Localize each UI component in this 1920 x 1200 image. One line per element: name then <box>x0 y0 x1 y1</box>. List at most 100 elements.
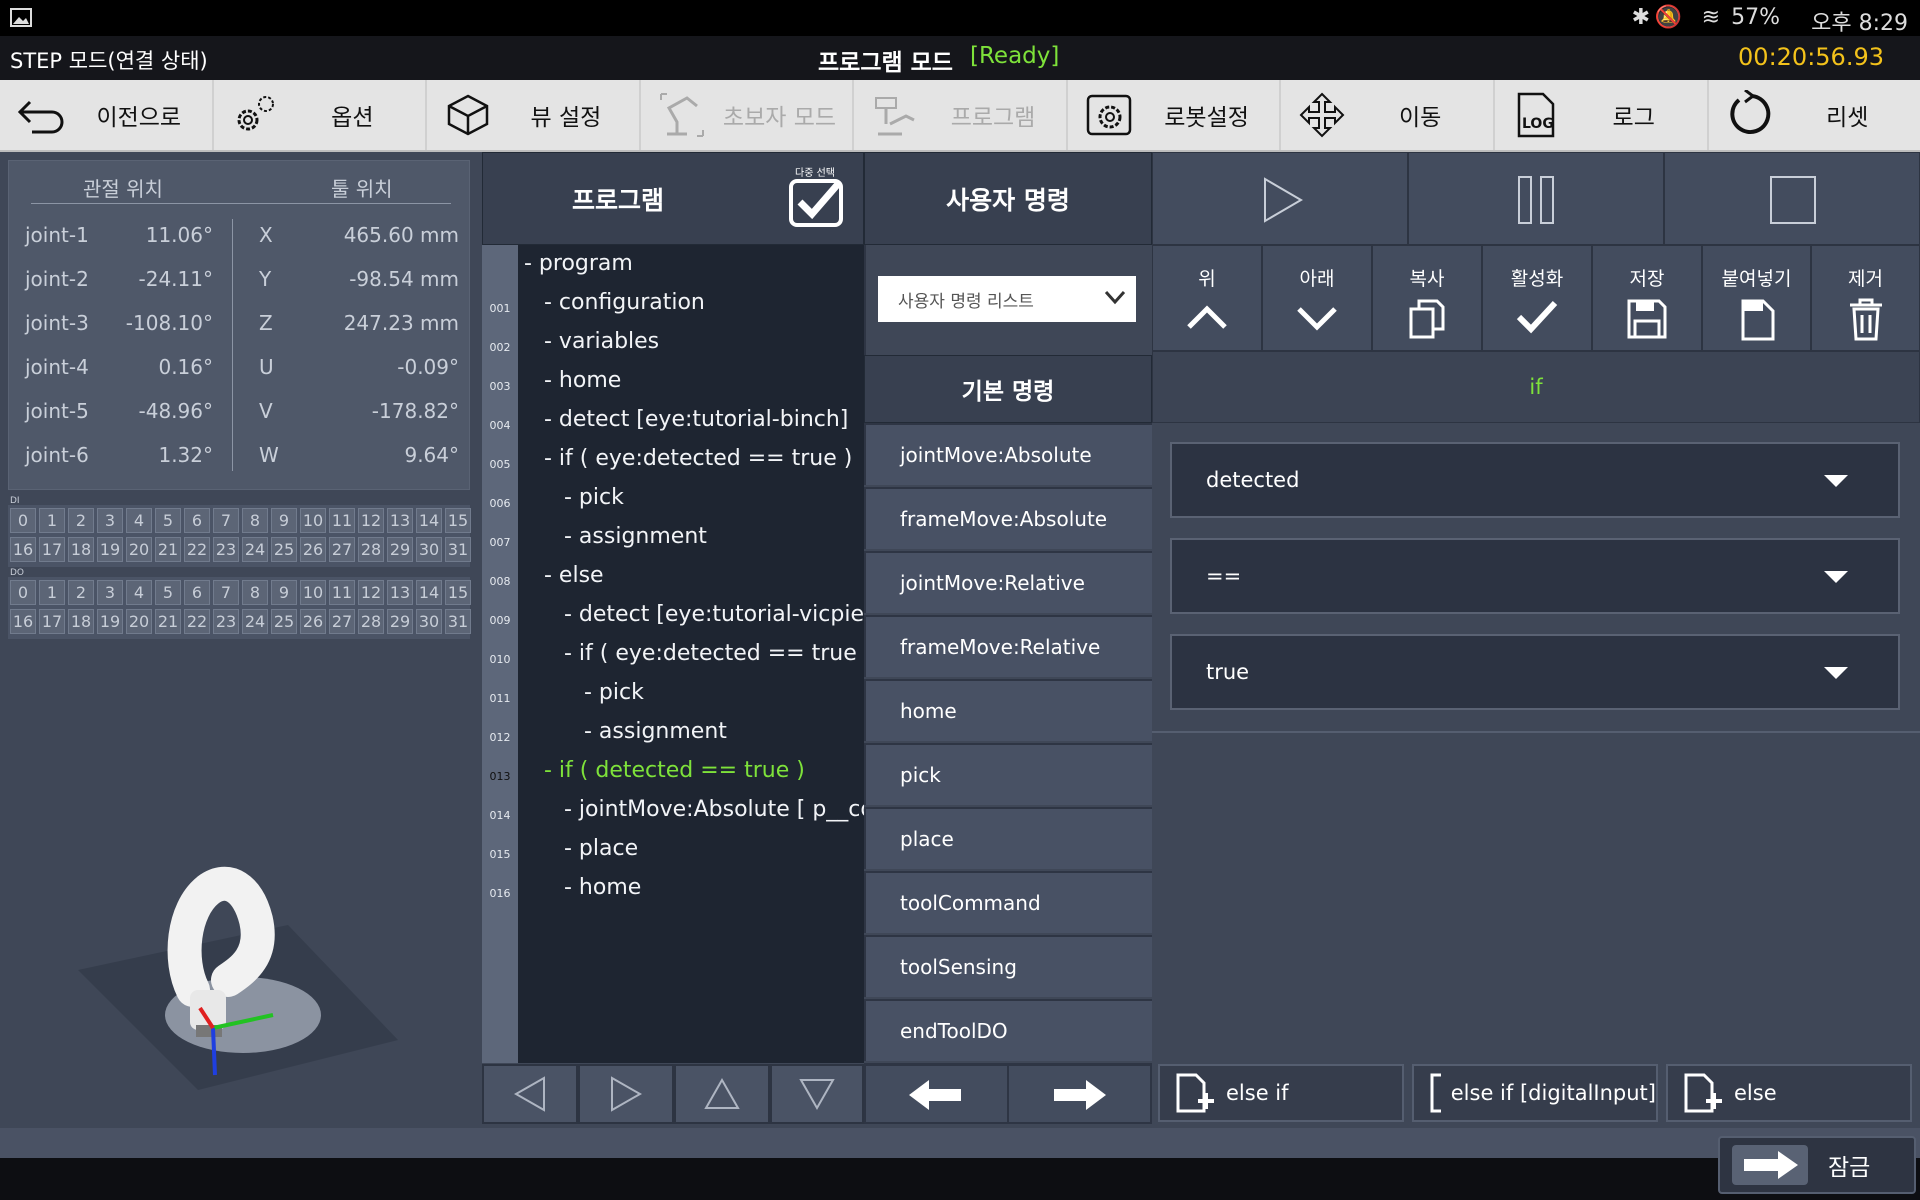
robot-settings-button[interactable]: 로봇설정 <box>1068 80 1282 150</box>
program-line[interactable]: - pick <box>584 680 644 705</box>
back-button[interactable]: 이전으로 <box>0 80 214 150</box>
program-line[interactable]: - assignment <box>584 719 727 744</box>
program-tree[interactable]: - program - configuration - variables - ho… <box>518 245 864 1063</box>
command-item[interactable]: jointMove:Relative <box>864 551 1152 613</box>
command-item[interactable]: frameMove:Relative <box>864 615 1152 677</box>
digital-input-8: 8 <box>242 508 268 533</box>
options-button[interactable]: 옵션 <box>214 80 428 150</box>
command-item[interactable]: endToolDO <box>864 999 1152 1061</box>
paste-icon <box>1741 299 1774 341</box>
digital-output-23: 23 <box>213 609 239 634</box>
program-line[interactable]: - home <box>544 368 621 393</box>
editor-command-title: if <box>1152 351 1920 423</box>
condition-operator-select[interactable]: == <box>1170 538 1900 614</box>
move-button[interactable]: 이동 <box>1281 80 1495 150</box>
digital-output-17: 17 <box>39 609 65 634</box>
toolbar: 이전으로 옵션 뷰 설정 초보자 모드 프로그램 로봇설정 이동 LOG 로그 … <box>0 80 1920 152</box>
tool-value: -0.09° <box>397 355 459 379</box>
line-number: 004 <box>489 419 511 432</box>
nav-up-button[interactable] <box>674 1064 770 1124</box>
nav-down-button[interactable] <box>770 1064 864 1124</box>
checkmark-icon <box>797 181 841 220</box>
delete-button[interactable]: 제거 <box>1811 245 1920 351</box>
digital-output-21: 21 <box>155 609 181 634</box>
arrow-left-icon[interactable] <box>905 1078 965 1112</box>
digital-input-19: 19 <box>97 537 123 562</box>
lock-button[interactable]: 잠금 <box>1718 1136 1916 1194</box>
tool-axis: Z <box>259 311 273 335</box>
command-item[interactable]: toolSensing <box>864 935 1152 997</box>
command-item[interactable]: place <box>864 807 1152 869</box>
save-button[interactable]: 저장 <box>1592 245 1702 351</box>
program-line[interactable]: - if ( eye:detected == true ) <box>564 641 864 666</box>
condition-right-select[interactable]: true <box>1170 634 1900 710</box>
pause-button[interactable] <box>1408 152 1664 245</box>
program-line[interactable]: - pick <box>564 485 624 510</box>
arrow-right-icon[interactable] <box>1050 1078 1110 1112</box>
line-number: 011 <box>489 692 511 705</box>
digital-input-10: 10 <box>300 508 326 533</box>
move-down-button[interactable]: 아래 <box>1262 245 1372 351</box>
digital-input-4: 4 <box>126 508 152 533</box>
command-item[interactable]: jointMove:Absolute <box>864 423 1152 485</box>
tree-root[interactable]: - program <box>524 251 633 276</box>
play-button[interactable] <box>1152 152 1408 245</box>
nav-left-button[interactable] <box>482 1064 578 1124</box>
command-item[interactable]: home <box>864 679 1152 741</box>
joint-name: joint-6 <box>25 443 89 467</box>
digital-input-30: 30 <box>416 537 442 562</box>
program-line[interactable]: - if ( detected == true ) <box>544 758 805 783</box>
add-else-if-digital-input-button[interactable]: else if [digitalInput] <box>1412 1064 1658 1122</box>
command-item[interactable]: toolCommand <box>864 871 1152 933</box>
program-button[interactable]: 프로그램 <box>854 80 1068 150</box>
program-line[interactable]: - configuration <box>544 290 705 315</box>
stop-button[interactable] <box>1664 152 1920 245</box>
line-number: 013 <box>489 770 511 783</box>
beginner-mode-button[interactable]: 초보자 모드 <box>641 80 855 150</box>
digital-output-18: 18 <box>68 609 94 634</box>
program-line[interactable]: - detect [eye:tutorial-binch] <box>544 407 848 432</box>
program-line[interactable]: - place <box>564 836 638 861</box>
digital-input-15: 15 <box>445 508 471 533</box>
digital-output-28: 28 <box>358 609 384 634</box>
program-line[interactable]: - assignment <box>564 524 707 549</box>
dropdown-arrow-icon <box>1824 667 1848 679</box>
program-line[interactable]: - jointMove:Absolute [ p__copy <box>564 797 864 822</box>
copy-button[interactable]: 복사 <box>1372 245 1482 351</box>
user-command-header: 사용자 명령 <box>864 152 1152 245</box>
multi-select-checkbox[interactable] <box>788 178 844 228</box>
program-line[interactable]: - variables <box>544 329 659 354</box>
program-line[interactable]: - else <box>544 563 604 588</box>
line-number: 009 <box>489 614 511 627</box>
tool-axis: U <box>259 355 274 379</box>
log-button[interactable]: LOG 로그 <box>1495 80 1709 150</box>
command-item[interactable]: frameMove:Absolute <box>864 487 1152 549</box>
position-card: 관절 위치 툴 위치 joint-1 11.06° X 465.60 mm joint-… <box>8 160 470 490</box>
tool-value: -178.82° <box>371 399 459 423</box>
add-else-if-button[interactable]: else if <box>1158 1064 1404 1122</box>
condition-left-select[interactable]: detected <box>1170 442 1900 518</box>
program-line[interactable]: - home <box>564 875 641 900</box>
reset-label: 리셋 <box>1826 105 1869 131</box>
command-item[interactable]: pick <box>864 743 1152 805</box>
title-bar: STEP 모드(연결 상태) 프로그램 모드 [Ready] 00:20:56.… <box>0 36 1920 80</box>
digital-output-19: 19 <box>97 609 123 634</box>
add-else-button[interactable]: else <box>1666 1064 1912 1122</box>
joint-position-header: 관절 위치 <box>83 177 163 201</box>
user-command-list-select[interactable]: 사용자 명령 리스트 <box>878 276 1136 322</box>
program-line[interactable]: - detect [eye:tutorial-vicpie] <box>564 602 864 627</box>
program-line[interactable]: - if ( eye:detected == true ) <box>544 446 852 471</box>
move-up-button[interactable]: 위 <box>1152 245 1262 351</box>
view-settings-button[interactable]: 뷰 설정 <box>427 80 641 150</box>
tool-axis: Y <box>259 267 272 291</box>
nav-right-button[interactable] <box>578 1064 674 1124</box>
reset-button[interactable]: 리셋 <box>1709 80 1920 150</box>
paste-button[interactable]: 붙여넣기 <box>1702 245 1811 351</box>
cube-icon <box>447 94 489 136</box>
robot-program-icon <box>875 97 915 136</box>
digital-input-17: 17 <box>39 537 65 562</box>
digital-input-3: 3 <box>97 508 123 533</box>
activate-button[interactable]: 활성화 <box>1482 245 1592 351</box>
triangle-down-icon <box>799 1079 835 1111</box>
robot-3d-view[interactable] <box>78 840 418 1100</box>
